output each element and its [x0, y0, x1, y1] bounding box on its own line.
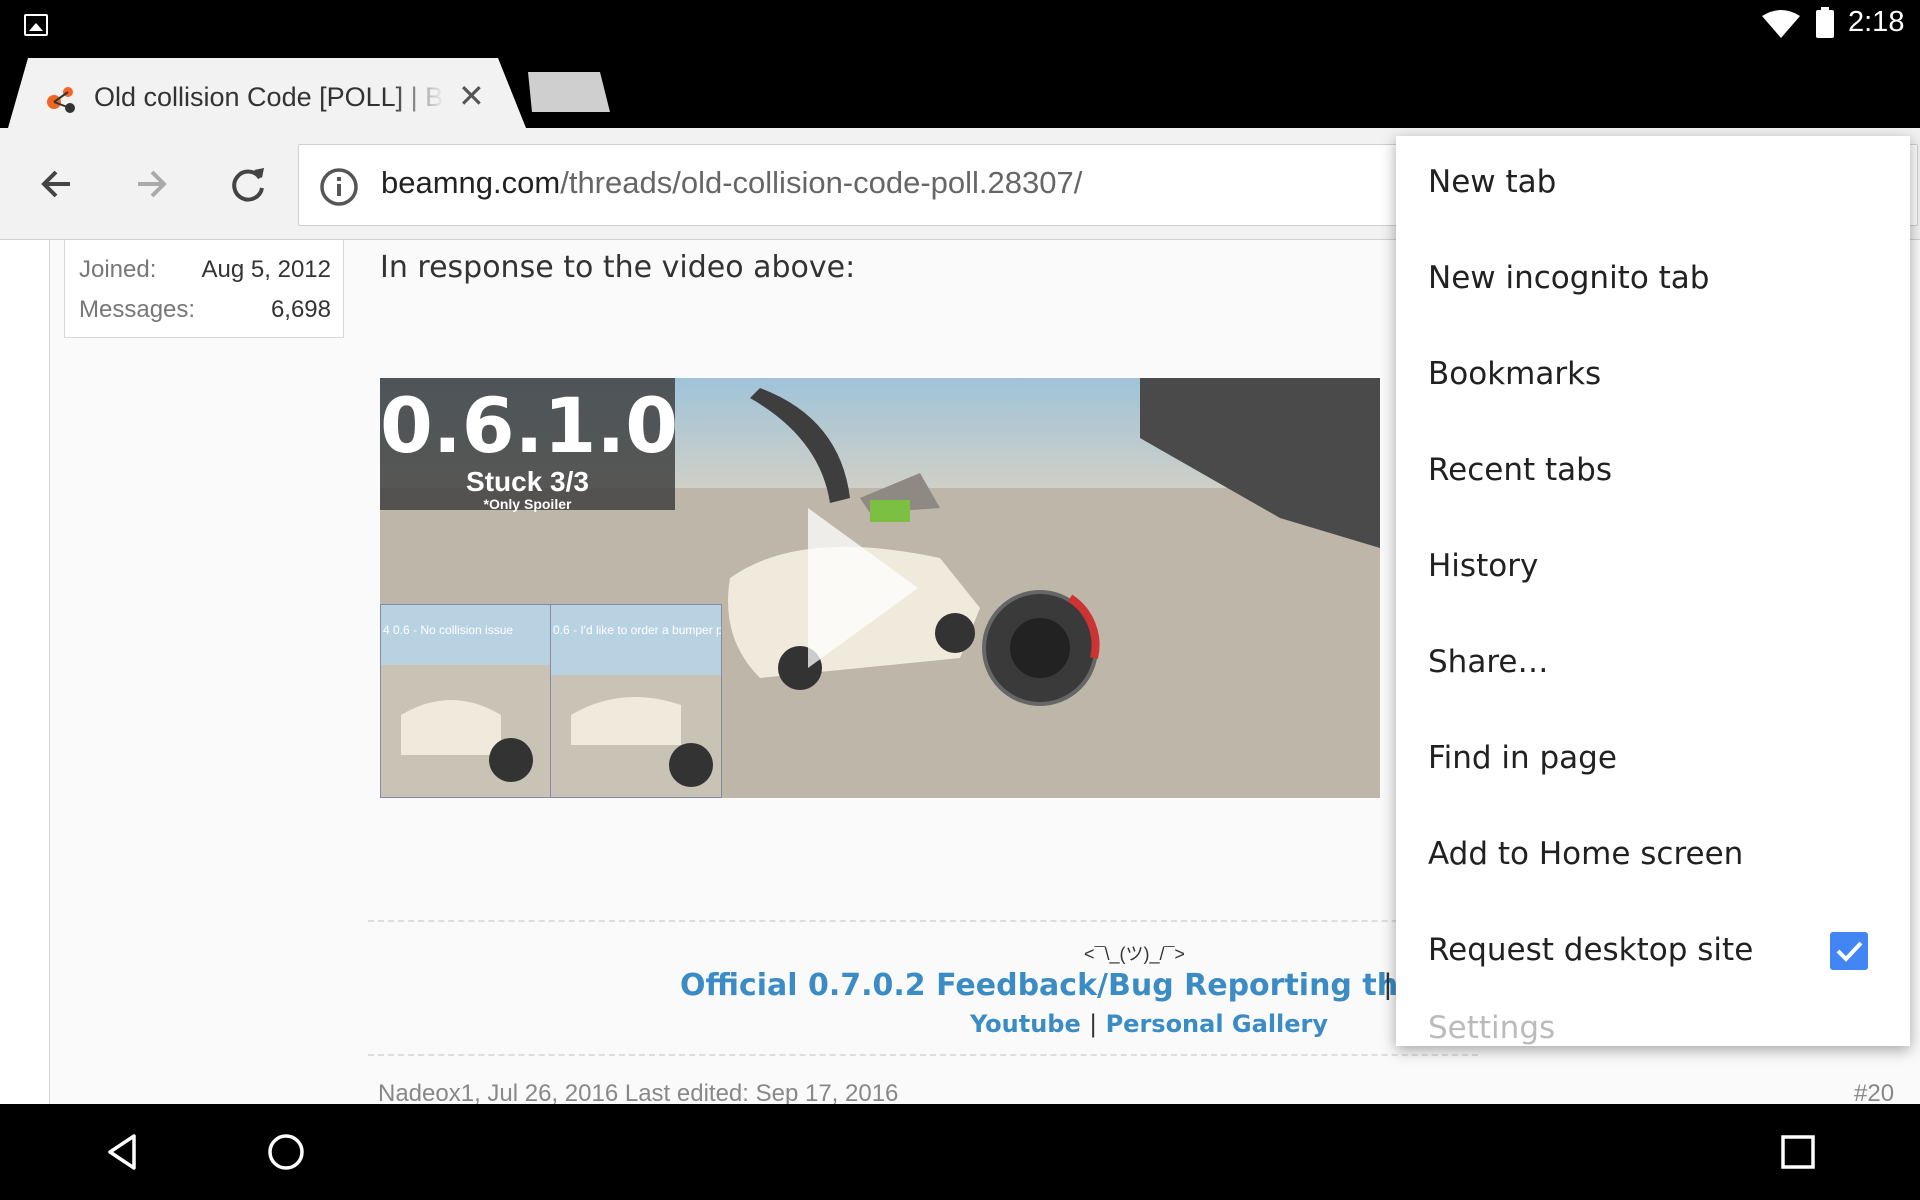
url-host: beamng.com	[381, 165, 561, 200]
info-icon[interactable]	[319, 167, 359, 207]
menu-item-label: New incognito tab	[1428, 260, 1710, 296]
menu-item-label: Find in page	[1428, 740, 1617, 776]
joined-row: Joined: Aug 5, 2012	[79, 256, 331, 284]
menu-item-add-to-home-screen[interactable]: Add to Home screen	[1396, 808, 1910, 904]
video-note: *Only Spoiler	[483, 496, 572, 512]
video-inset-1: 4 0.6 - No collision issue	[380, 604, 552, 798]
gallery-notification-icon	[24, 14, 48, 36]
menu-item-label: Bookmarks	[1428, 356, 1602, 392]
video-thumbnail[interactable]: 0.6.1.0 Stuck 3/3 *Only Spoiler 4 0.6 - …	[380, 378, 1380, 798]
youtube-link[interactable]: Youtube	[970, 1010, 1081, 1038]
post-number[interactable]: #20	[1854, 1080, 1894, 1104]
menu-item-settings[interactable]: Settings	[1396, 998, 1910, 1046]
tab-active[interactable]: Old collision Code [POLL] | BeamNG ✕	[8, 58, 526, 128]
tab-strip: Old collision Code [POLL] | BeamNG ✕	[0, 50, 1920, 128]
signature-separator-2: |	[1089, 1010, 1098, 1038]
personal-gallery-link[interactable]: Personal Gallery	[1106, 1010, 1328, 1038]
battery-icon	[1816, 7, 1834, 38]
desktop-site-checkbox[interactable]	[1830, 932, 1868, 970]
url-path: /threads/old-collision-code-poll.28307/	[560, 165, 1083, 200]
menu-item-label: History	[1428, 548, 1539, 584]
video-inset-2: 0.6 - I'd like to order a bumper pls	[550, 604, 722, 798]
menu-item-find-in-page[interactable]: Find in page	[1396, 712, 1910, 808]
overflow-menu: New tab New incognito tab Bookmarks Rece…	[1396, 136, 1910, 1046]
tab-close-icon[interactable]: ✕	[458, 80, 485, 112]
post-meta[interactable]: Nadeox1, Jul 26, 2016 Last edited: Sep 1…	[378, 1080, 898, 1104]
messages-label: Messages:	[79, 296, 196, 323]
video-overlay: 0.6.1.0 Stuck 3/3 *Only Spoiler	[380, 378, 679, 512]
video-subtitle: Stuck 3/3	[466, 466, 589, 497]
play-icon[interactable]	[808, 508, 918, 668]
wifi-icon	[1762, 10, 1800, 38]
inset-2-label: 0.6 - I'd like to order a bumper pls	[553, 623, 722, 637]
back-nav-icon[interactable]	[102, 1132, 142, 1172]
menu-item-share[interactable]: Share…	[1396, 616, 1910, 712]
menu-item-new-incognito-tab[interactable]: New incognito tab	[1396, 232, 1910, 328]
menu-item-label: Recent tabs	[1428, 452, 1612, 488]
menu-item-new-tab[interactable]: New tab	[1396, 136, 1910, 232]
menu-item-history[interactable]: History	[1396, 520, 1910, 616]
video-version: 0.6.1.0	[380, 381, 679, 470]
url-text[interactable]: beamng.com/threads/old-collision-code-po…	[381, 165, 1082, 201]
signature-links: Youtube | Personal Gallery	[970, 1010, 1328, 1038]
joined-label: Joined:	[79, 256, 157, 283]
beamng-favicon-icon	[47, 87, 75, 113]
status-time: 2:18	[1848, 6, 1905, 38]
menu-item-label: New tab	[1428, 164, 1557, 200]
forward-arrow-icon[interactable]	[124, 156, 180, 212]
signature-separator: |	[1384, 968, 1392, 1001]
home-nav-icon[interactable]	[266, 1132, 306, 1172]
overview-nav-icon[interactable]	[1778, 1132, 1818, 1172]
post-text: In response to the video above:	[380, 250, 856, 285]
new-tab-button[interactable]	[528, 72, 610, 112]
reload-icon[interactable]	[220, 156, 276, 212]
messages-value: 6,698	[270, 296, 331, 323]
signature-divider-top	[368, 920, 1478, 922]
joined-value: Aug 5, 2012	[201, 256, 331, 283]
back-arrow-icon[interactable]	[28, 156, 84, 212]
tab-title: Old collision Code [POLL] | BeamNG	[94, 82, 444, 112]
menu-item-label: Request desktop site	[1428, 932, 1754, 968]
menu-item-label: Add to Home screen	[1428, 836, 1744, 872]
navigation-bar	[0, 1104, 1920, 1200]
menu-item-bookmarks[interactable]: Bookmarks	[1396, 328, 1910, 424]
user-info-panel: Joined: Aug 5, 2012 Messages: 6,698	[64, 240, 344, 338]
checkmark-icon	[1836, 941, 1863, 962]
inset-1-label: 4 0.6 - No collision issue	[383, 623, 514, 637]
menu-item-recent-tabs[interactable]: Recent tabs	[1396, 424, 1910, 520]
signature-divider-bottom	[368, 1054, 1478, 1056]
signature-shrug: <¯\_(ツ)_/¯>	[1084, 944, 1185, 964]
feedback-thread-link[interactable]: Official 0.7.0.2 Feedback/Bug Reporting …	[680, 968, 1475, 1003]
menu-item-label: Settings	[1428, 1010, 1556, 1046]
menu-item-label: Share…	[1428, 644, 1549, 680]
status-bar: 2:18	[0, 0, 1920, 50]
menu-item-request-desktop-site[interactable]: Request desktop site	[1396, 904, 1910, 1000]
messages-row: Messages: 6,698	[79, 296, 331, 324]
